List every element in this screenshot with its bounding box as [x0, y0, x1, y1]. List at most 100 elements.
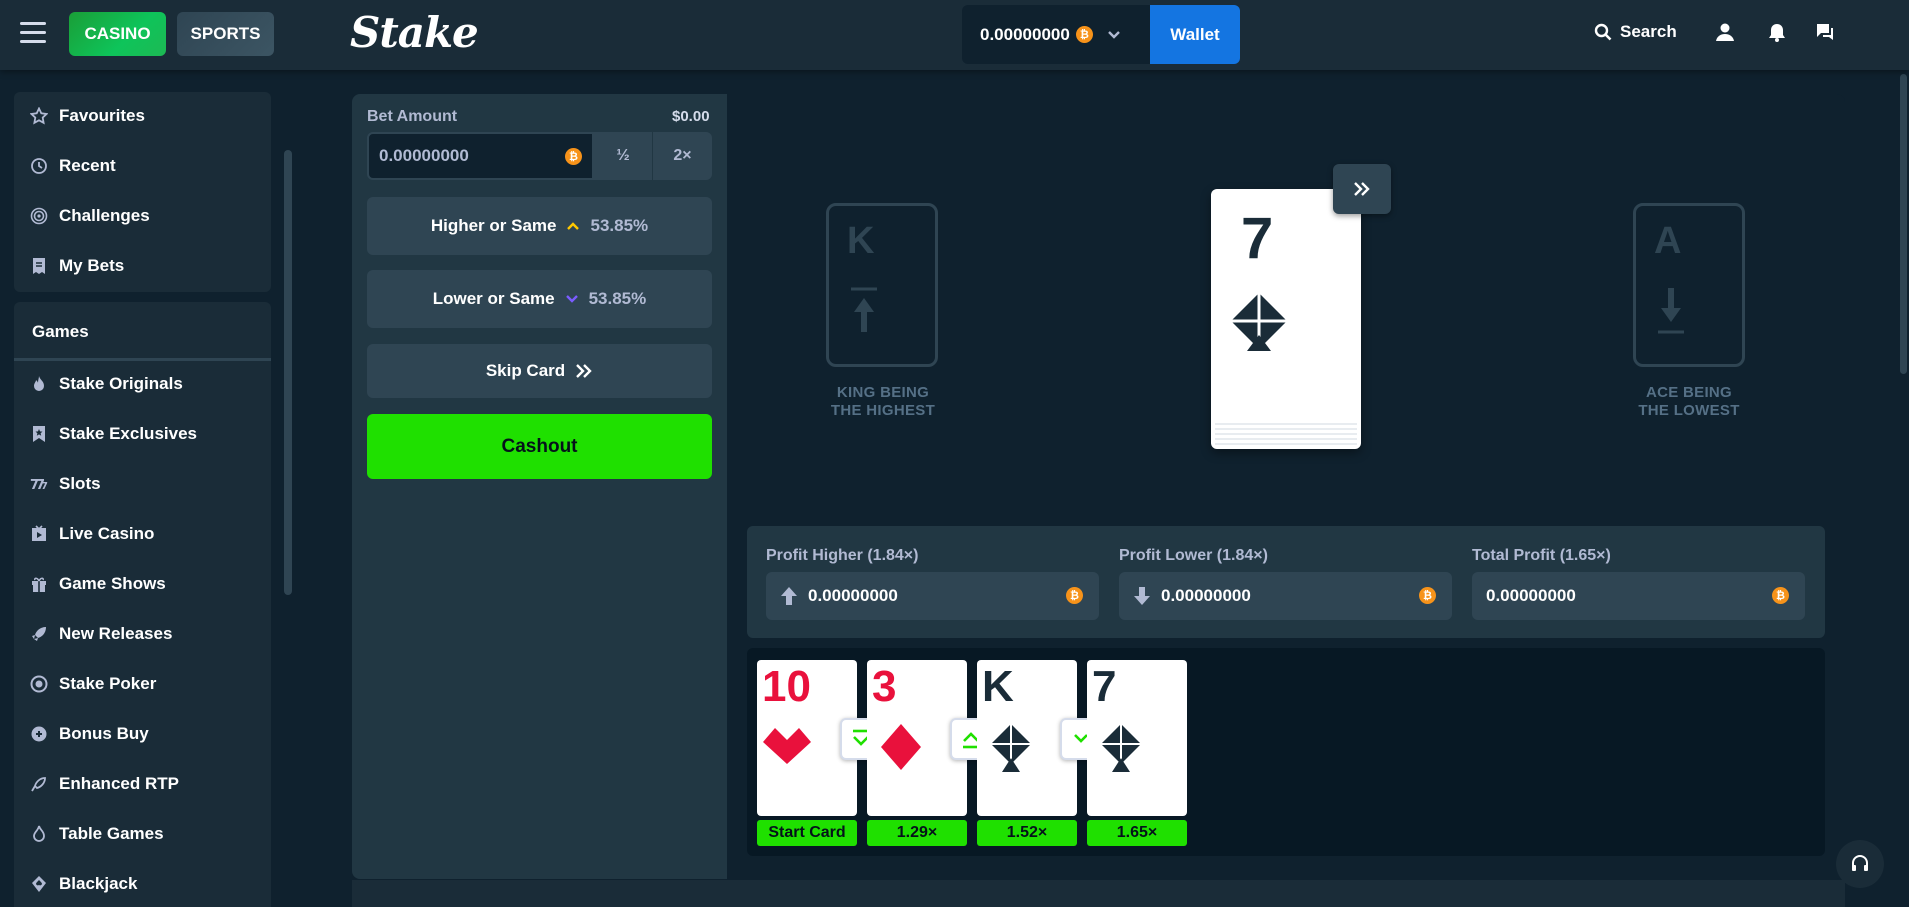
search-button[interactable]: Search [1594, 22, 1677, 42]
total-profit-value: 0.00000000 [1486, 586, 1576, 605]
history-card: 7 [1087, 660, 1187, 816]
king-highest-card-outline: K [826, 203, 938, 367]
heart-suit-icon [761, 722, 813, 766]
profit-higher-field: 0.00000000 ₿ [766, 572, 1099, 620]
live-icon [30, 525, 48, 543]
sidebar-item-my-bets[interactable]: My Bets [30, 256, 124, 276]
double-chevron-right-icon [575, 363, 593, 379]
sidebar-item-blackjack[interactable]: Blackjack [30, 874, 137, 894]
sidebar-item-label: My Bets [59, 256, 125, 275]
spade-suit-icon [989, 722, 1033, 772]
history-card-rank: K [982, 662, 1014, 711]
cashout-button[interactable]: Cashout [367, 414, 712, 479]
skip-card-button[interactable]: Skip Card [367, 344, 712, 398]
higher-or-same-button[interactable]: Higher or Same 53.85% [367, 197, 712, 255]
sidebar-item-label: Stake Exclusives [59, 424, 197, 443]
sidebar: Favourites Recent Challenges My Bets Gam… [0, 70, 294, 907]
bitcoin-icon: ₿ [1075, 26, 1093, 43]
skip-label: Skip Card [485, 361, 566, 380]
sidebar-games-section: Games Stake Originals Stake Exclusives 7… [14, 302, 271, 907]
king-caption-line2: THE HIGHEST [830, 402, 936, 419]
balance-selector[interactable]: 0.00000000 ₿ [962, 5, 1150, 64]
lower-or-same-button[interactable]: Lower or Same 53.85% [367, 270, 712, 328]
sidebar-item-label: Favourites [59, 106, 145, 125]
balance-value: 0.00000000 [980, 24, 1070, 44]
profit-higher-value: 0.00000000 [808, 586, 898, 605]
sports-tab-button[interactable]: SPORTS [177, 12, 274, 56]
sidebar-item-table-games[interactable]: Table Games [30, 824, 164, 844]
spade-suit-icon [1225, 289, 1293, 353]
history-multiplier: 1.29× [867, 820, 967, 846]
higher-percentage: 53.85% [590, 216, 649, 235]
arrow-up-icon [780, 586, 798, 606]
total-profit-label: Total Profit (1.65×) [1472, 547, 1611, 564]
total-profit-field: 0.00000000 ₿ [1472, 572, 1805, 620]
svg-text:7: 7 [41, 481, 48, 492]
gift-icon [30, 575, 48, 593]
skip-card-shortcut-button[interactable] [1333, 164, 1391, 214]
bet-amount-input[interactable]: 0.00000000 ₿ [367, 132, 594, 180]
star-icon [30, 107, 48, 125]
ace-caption: ACE BEING THE LOWEST [1619, 384, 1759, 420]
sidebar-item-enhanced-rtp[interactable]: Enhanced RTP [30, 774, 179, 794]
user-icon[interactable] [1715, 22, 1735, 42]
sidebar-item-challenges[interactable]: Challenges [30, 206, 150, 226]
half-label: ½ [616, 147, 630, 164]
page-scrollbar-thumb[interactable] [1900, 74, 1907, 374]
receipt-icon [30, 257, 48, 275]
double-bet-button[interactable]: 2× [653, 132, 712, 180]
lower-percentage: 53.85% [588, 289, 647, 308]
wallet-label: Wallet [1170, 24, 1220, 44]
sidebar-item-game-shows[interactable]: Game Shows [30, 574, 166, 594]
slots-icon: 777 [30, 475, 48, 493]
double-chevron-right-icon [1353, 181, 1371, 197]
bet-amount-label: Bet Amount [367, 108, 458, 125]
sidebar-item-recent[interactable]: Recent [30, 156, 116, 176]
casino-tab-button[interactable]: CASINO [69, 12, 166, 56]
cashout-label: Cashout [501, 435, 578, 457]
sidebar-item-stake-poker[interactable]: Stake Poker [30, 674, 156, 694]
chevron-up-icon [566, 221, 580, 231]
sidebar-item-live-casino[interactable]: Live Casino [30, 524, 154, 544]
history-multiplier: 1.65× [1087, 820, 1187, 846]
current-card: 7 [1211, 189, 1361, 449]
sidebar-item-label: Blackjack [59, 874, 138, 893]
sidebar-item-label: Slots [59, 474, 101, 493]
sidebar-item-label: Recent [59, 156, 116, 175]
sidebar-item-new-releases[interactable]: New Releases [30, 624, 172, 644]
king-caption-line1: KING BEING [836, 384, 930, 401]
sidebar-item-slots[interactable]: 777 Slots [30, 474, 101, 494]
table-icon [30, 825, 48, 843]
bet-amount-usd: $0.00 [672, 108, 710, 125]
profit-lower-value: 0.00000000 [1161, 586, 1251, 605]
poker-chip-icon [30, 675, 48, 693]
games-header[interactable]: Games [32, 322, 89, 342]
half-bet-button[interactable]: ½ [594, 132, 652, 180]
sidebar-item-bonus-buy[interactable]: Bonus Buy [30, 724, 149, 744]
chat-icon[interactable] [1815, 22, 1835, 42]
page-scrollbar[interactable] [1898, 70, 1909, 907]
menu-hamburger-icon[interactable] [20, 22, 46, 44]
bell-icon[interactable] [1767, 22, 1787, 42]
wallet-button[interactable]: Wallet [1150, 5, 1240, 64]
ace-lowest-card-outline: A [1633, 203, 1745, 367]
history-multiplier: 1.52× [977, 820, 1077, 846]
search-label: Search [1620, 22, 1677, 41]
ace-letter: A [1654, 220, 1682, 262]
stake-logo[interactable]: Stake [350, 8, 479, 57]
sidebar-item-favourites[interactable]: Favourites [30, 106, 145, 126]
sidebar-top-section: Favourites Recent Challenges My Bets [14, 92, 271, 292]
history-card-rank: 7 [1092, 662, 1117, 711]
history-card-rank: 3 [872, 662, 897, 711]
sidebar-item-label: New Releases [59, 624, 173, 643]
casino-tab-label: CASINO [84, 24, 151, 43]
games-header-label: Games [32, 322, 89, 341]
live-support-button[interactable] [1836, 840, 1884, 888]
sidebar-item-stake-exclusives[interactable]: Stake Exclusives [30, 424, 197, 444]
sidebar-item-stake-originals[interactable]: Stake Originals [30, 374, 183, 394]
bookmark-star-icon [30, 425, 48, 443]
history-card-rank: 10 [762, 662, 811, 711]
bitcoin-icon: ₿ [565, 148, 582, 165]
bitcoin-icon: ₿ [1772, 587, 1789, 604]
sidebar-scrollbar[interactable] [284, 150, 292, 595]
